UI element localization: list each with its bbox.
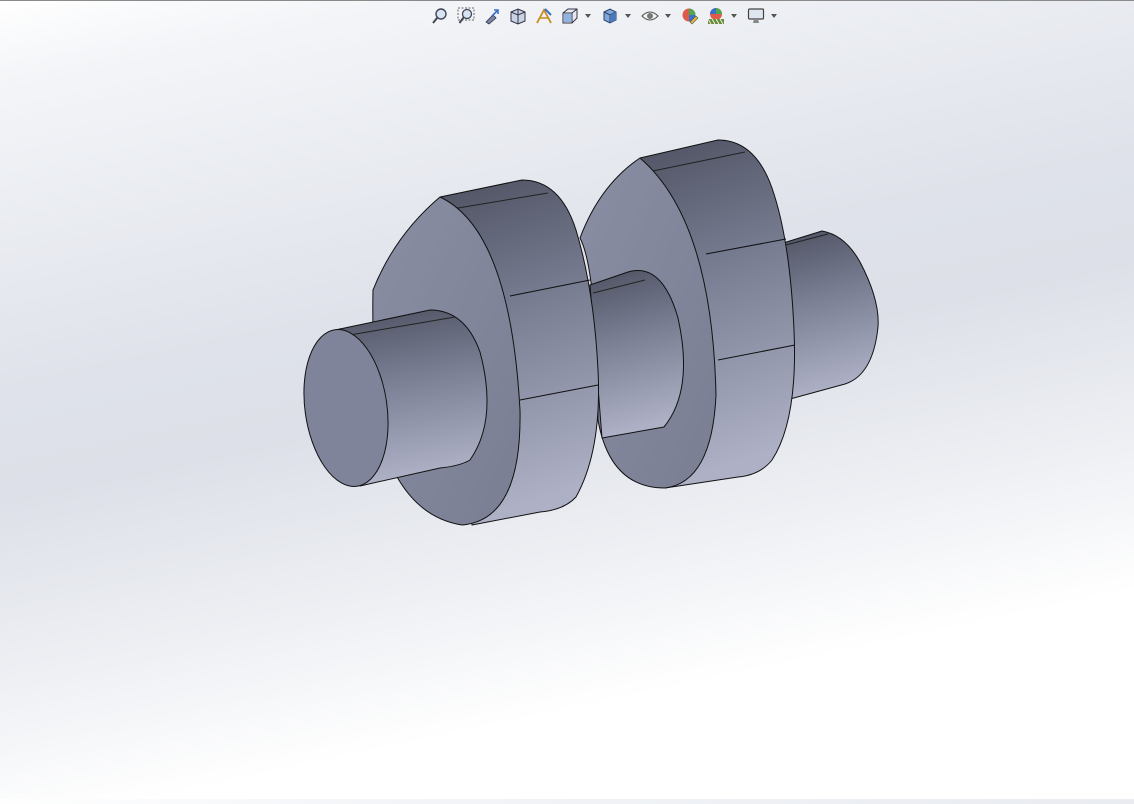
hide-show-items-icon (641, 11, 659, 21)
hide-show-items-button[interactable] (638, 5, 662, 27)
zoom-to-fit-button[interactable] (428, 5, 452, 27)
graphics-area[interactable] (0, 30, 1134, 799)
hide-show-items-dropdown[interactable] (664, 5, 672, 27)
previous-view-icon (485, 9, 499, 25)
zoom-to-area-icon (457, 7, 475, 24)
previous-view-button[interactable] (480, 5, 504, 27)
zoom-to-fit-icon (432, 8, 447, 24)
chevron-down-icon (771, 14, 777, 18)
apply-scene-dropdown[interactable] (730, 5, 738, 27)
edit-appearance-button[interactable] (678, 5, 702, 27)
monitor-icon (747, 8, 765, 23)
section-view-button[interactable] (506, 5, 530, 27)
chevron-down-icon (731, 14, 737, 18)
chevron-down-icon (585, 14, 591, 18)
heads-up-view-toolbar (428, 5, 784, 27)
section-view-icon (510, 8, 526, 25)
display-style-dropdown[interactable] (624, 5, 632, 27)
view-orientation-button[interactable] (558, 5, 582, 27)
display-style-icon (603, 8, 617, 24)
window-top-border (0, 0, 1134, 1)
view-settings-dropdown[interactable] (770, 5, 778, 27)
apply-scene-button[interactable] (704, 5, 728, 27)
display-style-button[interactable] (598, 5, 622, 27)
view-orientation-dropdown[interactable] (584, 5, 592, 27)
chevron-down-icon (625, 14, 631, 18)
dynamic-annotation-views-icon (536, 8, 552, 24)
camshaft-model[interactable] (0, 30, 1134, 799)
view-settings-button[interactable] (744, 5, 768, 27)
zoom-to-area-button[interactable] (454, 5, 478, 27)
apply-scene-icon (707, 8, 724, 25)
dynamic-annotation-views-button[interactable] (532, 5, 556, 27)
edit-appearance-icon (682, 8, 699, 25)
chevron-down-icon (665, 14, 671, 18)
view-orientation-icon (562, 8, 578, 24)
